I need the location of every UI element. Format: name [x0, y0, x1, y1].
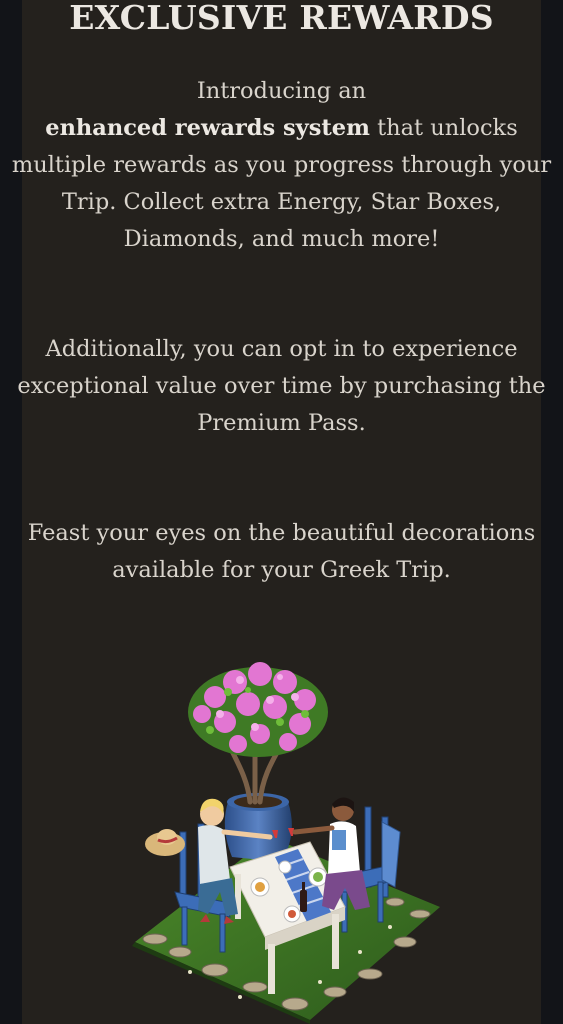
intro-lead: Introducing an [196, 78, 367, 104]
page-background: EXCLUSIVE REWARDS Introducing an enhance… [0, 0, 563, 1024]
section-heading: EXCLUSIVE REWARDS [69, 0, 494, 37]
premium-pass-paragraph: Additionally, you can opt in to experien… [17, 336, 546, 436]
bougainvillea-tree [188, 662, 328, 757]
intro-bold-phrase: enhanced rewards system [45, 115, 370, 141]
intro-paragraph: Introducing an enhanced rewards system t… [0, 73, 563, 258]
straw-hat [145, 829, 185, 856]
greek-dinner-table-decoration-icon [132, 662, 440, 1024]
decorations-paragraph: Feast your eyes on the beautiful decorat… [27, 520, 536, 583]
